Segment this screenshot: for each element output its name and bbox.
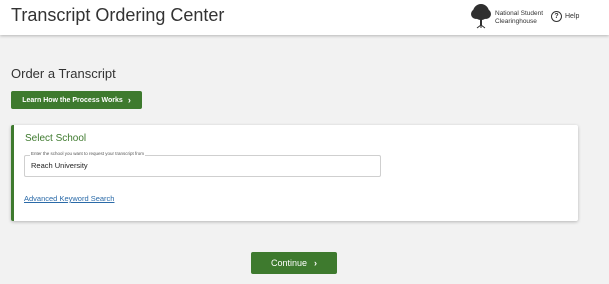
logo-text: National Student Clearinghouse xyxy=(495,10,543,25)
chevron-right-icon: › xyxy=(127,94,131,105)
advanced-keyword-search-link[interactable]: Advanced Keyword Search xyxy=(24,194,114,203)
tree-logo-icon xyxy=(471,4,491,29)
help-link[interactable]: ? Help xyxy=(551,10,579,22)
chevron-right-icon: › xyxy=(314,257,318,268)
app-title: Transcript Ordering Center xyxy=(11,5,225,25)
continue-button[interactable]: Continue › xyxy=(251,252,337,274)
logo-text-line2: Clearinghouse xyxy=(495,17,537,25)
select-school-card: Select School Enter the school you want … xyxy=(11,125,578,221)
app-header: Transcript Ordering Center National Stud… xyxy=(0,0,609,35)
school-search-label: Enter the school you want to request you… xyxy=(30,151,146,156)
school-search-value[interactable]: Reach University xyxy=(31,161,88,170)
page-title: Order a Transcript xyxy=(11,66,116,81)
select-school-title: Select School xyxy=(25,133,87,144)
logo-text-line1: National Student xyxy=(495,10,544,17)
school-search-input[interactable]: Enter the school you want to request you… xyxy=(24,151,381,177)
nsc-logo[interactable]: National Student Clearinghouse xyxy=(468,3,548,29)
help-circle-icon: ? xyxy=(551,10,562,22)
learn-process-button[interactable]: Learn How the Process Works › xyxy=(11,91,142,109)
continue-label: Continue xyxy=(270,258,308,268)
help-label: Help xyxy=(565,12,580,20)
learn-process-label: Learn How the Process Works xyxy=(22,96,123,104)
